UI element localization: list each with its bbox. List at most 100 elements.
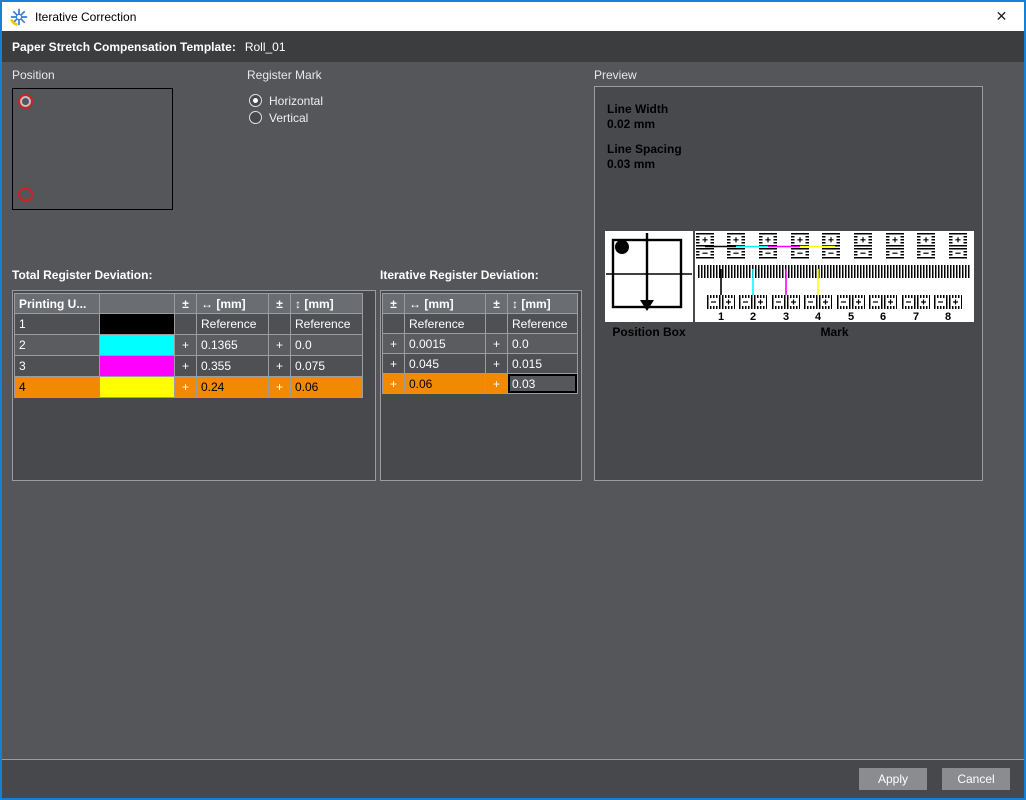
- v-value-cell[interactable]: 0.06: [291, 377, 363, 398]
- template-header: Paper Stretch Compensation Template: Rol…: [2, 31, 1024, 62]
- sign-cell[interactable]: +: [486, 374, 508, 394]
- mark-caption: Mark: [695, 325, 974, 339]
- h-value-cell[interactable]: Reference: [405, 314, 486, 334]
- unit-cell[interactable]: 2: [15, 335, 100, 356]
- sign-cell[interactable]: +: [383, 374, 405, 394]
- line-spacing-value: 0.03 mm: [607, 157, 655, 171]
- table-header-row: ± ↔ [mm] ± ↕ [mm]: [383, 294, 578, 314]
- svg-text:3: 3: [783, 311, 789, 322]
- sign-cell[interactable]: +: [269, 335, 291, 356]
- svg-text:4: 4: [815, 311, 822, 322]
- total-deviation-title: Total Register Deviation:: [12, 268, 152, 282]
- v-value-cell-editing[interactable]: 0.03: [508, 374, 578, 394]
- table-header-row: Printing U... ± ↔ [mm] ± ↕ [mm]: [15, 294, 363, 314]
- footer-bar: Apply Cancel: [2, 759, 1024, 798]
- position-selector-box: [12, 88, 173, 210]
- register-mark-graphic: 1 2 3 4 5 6 7 8: [695, 231, 974, 322]
- col-plusminus-v: ±: [486, 294, 508, 314]
- ink-swatch: [100, 356, 174, 376]
- ink-swatch-cell[interactable]: [100, 335, 175, 356]
- radio-vertical-label: Vertical: [269, 111, 308, 125]
- position-marker-top-left[interactable]: [18, 94, 33, 109]
- ink-swatch-cell[interactable]: [100, 314, 175, 335]
- unit-cell[interactable]: 3: [15, 356, 100, 377]
- h-value-cell[interactable]: 0.045: [405, 354, 486, 374]
- radio-horizontal-icon[interactable]: [249, 94, 262, 107]
- svg-text:2: 2: [750, 311, 756, 322]
- col-vertical-mm: ↕ [mm]: [291, 294, 363, 314]
- sign-cell[interactable]: [269, 314, 291, 335]
- h-value-cell[interactable]: 0.0015: [405, 334, 486, 354]
- svg-text:1: 1: [718, 311, 724, 322]
- v-value-cell[interactable]: 0.0: [291, 335, 363, 356]
- h-value-cell[interactable]: 0.355: [197, 356, 269, 377]
- v-value-cell[interactable]: 0.015: [508, 354, 578, 374]
- sign-cell[interactable]: [175, 314, 197, 335]
- unit-cell[interactable]: 1: [15, 314, 100, 335]
- table-row[interactable]: 1 Reference Reference: [15, 314, 363, 335]
- sign-cell[interactable]: +: [383, 354, 405, 374]
- sign-cell[interactable]: [383, 314, 405, 334]
- h-value-cell[interactable]: Reference: [197, 314, 269, 335]
- v-value-cell[interactable]: Reference: [508, 314, 578, 334]
- sign-cell[interactable]: +: [175, 335, 197, 356]
- register-mark-label: Register Mark: [247, 68, 322, 82]
- col-horizontal-mm: ↔ [mm]: [405, 294, 486, 314]
- position-label: Position: [12, 68, 55, 82]
- h-value-cell[interactable]: 0.06: [405, 374, 486, 394]
- col-ink-color: [100, 294, 175, 314]
- sign-cell[interactable]: +: [269, 356, 291, 377]
- ink-swatch-cell[interactable]: [100, 377, 175, 398]
- col-vertical-mm: ↕ [mm]: [508, 294, 578, 314]
- v-value-cell[interactable]: 0.075: [291, 356, 363, 377]
- table-row-selected[interactable]: 4 + 0.24 + 0.06: [15, 377, 363, 398]
- sign-cell[interactable]: [486, 314, 508, 334]
- unit-cell[interactable]: 4: [15, 377, 100, 398]
- table-row[interactable]: Reference Reference: [383, 314, 578, 334]
- sign-cell[interactable]: +: [383, 334, 405, 354]
- position-box-caption: Position Box: [605, 325, 693, 339]
- col-plusminus-h: ±: [383, 294, 405, 314]
- col-printing-unit: Printing U...: [15, 294, 100, 314]
- sign-cell[interactable]: +: [175, 377, 197, 398]
- sign-cell[interactable]: +: [175, 356, 197, 377]
- radio-vertical-icon[interactable]: [249, 111, 262, 124]
- svg-text:5: 5: [848, 311, 854, 322]
- title-bar: Iterative Correction ✕: [2, 2, 1024, 31]
- radio-horizontal[interactable]: Horizontal: [249, 92, 323, 109]
- line-width-value: 0.02 mm: [607, 117, 655, 131]
- table-row[interactable]: + 0.0015 + 0.0: [383, 334, 578, 354]
- svg-text:8: 8: [945, 311, 951, 322]
- close-button[interactable]: ✕: [979, 2, 1024, 31]
- v-value-cell[interactable]: 0.0: [508, 334, 578, 354]
- col-plusminus-h: ±: [175, 294, 197, 314]
- radio-vertical[interactable]: Vertical: [249, 109, 323, 126]
- table-row[interactable]: + 0.045 + 0.015: [383, 354, 578, 374]
- sign-cell[interactable]: +: [486, 354, 508, 374]
- svg-text:6: 6: [880, 311, 886, 322]
- iterative-deviation-table: ± ↔ [mm] ± ↕ [mm] Reference Reference + …: [382, 293, 578, 394]
- table-row-selected[interactable]: + 0.06 + 0.03: [383, 374, 578, 394]
- apply-button[interactable]: Apply: [859, 768, 927, 790]
- preview-label: Preview: [594, 68, 637, 82]
- app-icon: [10, 8, 28, 26]
- total-deviation-panel: Printing U... ± ↔ [mm] ± ↕ [mm] 1 Refere…: [12, 290, 376, 481]
- svg-text:7: 7: [913, 311, 919, 322]
- sign-cell[interactable]: +: [486, 334, 508, 354]
- cancel-button[interactable]: Cancel: [942, 768, 1010, 790]
- ink-swatch-cell[interactable]: [100, 356, 175, 377]
- preview-panel: Line Width 0.02 mm Line Spacing 0.03 mm: [594, 86, 983, 481]
- v-value-cell[interactable]: Reference: [291, 314, 363, 335]
- position-marker-bottom-left[interactable]: [18, 187, 33, 202]
- iterative-correction-dialog: Iterative Correction ✕ Paper Stretch Com…: [0, 0, 1026, 800]
- table-row[interactable]: 2 + 0.1365 + 0.0: [15, 335, 363, 356]
- h-value-cell[interactable]: 0.24: [197, 377, 269, 398]
- table-row[interactable]: 3 + 0.355 + 0.075: [15, 356, 363, 377]
- sign-cell[interactable]: +: [269, 377, 291, 398]
- h-value-cell[interactable]: 0.1365: [197, 335, 269, 356]
- radio-horizontal-label: Horizontal: [269, 94, 323, 108]
- register-mark-options: Horizontal Vertical: [249, 92, 323, 126]
- total-deviation-table: Printing U... ± ↔ [mm] ± ↕ [mm] 1 Refere…: [14, 293, 363, 398]
- dialog-content: Position Register Mark Horizontal Vertic…: [2, 62, 1024, 759]
- position-box-graphic: [605, 231, 693, 322]
